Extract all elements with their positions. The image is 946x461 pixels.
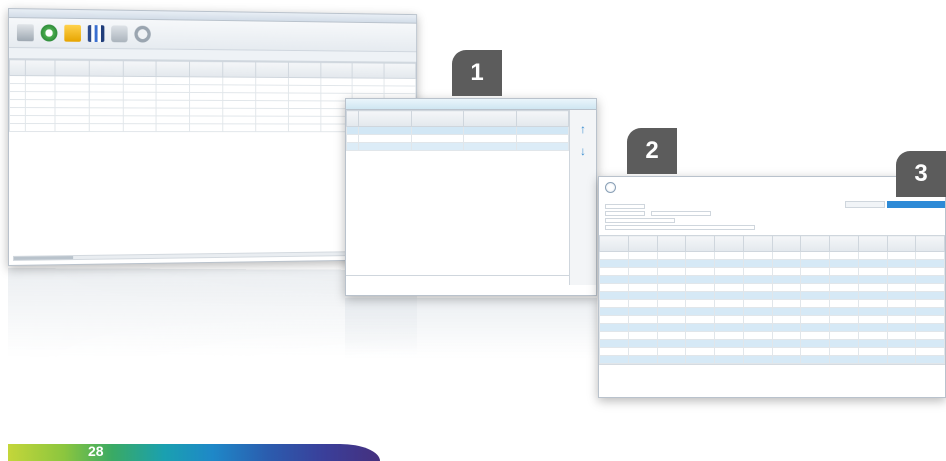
column-header[interactable] — [54, 59, 90, 77]
column-header[interactable] — [599, 235, 629, 252]
column-header[interactable] — [685, 235, 715, 252]
list-window — [598, 176, 946, 398]
page-number: 28 — [88, 444, 104, 459]
reorder-panel: ↑ ↓ — [570, 110, 596, 285]
window-3-subtitle — [599, 193, 945, 201]
column-header[interactable] — [627, 235, 658, 252]
column-header[interactable] — [714, 235, 744, 252]
form-field[interactable] — [651, 211, 711, 216]
column-header[interactable] — [800, 235, 830, 252]
column-header[interactable] — [222, 61, 256, 78]
form-field[interactable] — [605, 225, 755, 230]
column-header[interactable] — [25, 59, 55, 76]
column-header[interactable] — [656, 235, 687, 252]
window-3-footer — [599, 364, 945, 367]
column-header[interactable] — [122, 60, 157, 77]
table-row[interactable] — [599, 283, 945, 292]
column-header[interactable] — [189, 61, 223, 78]
table-row[interactable] — [599, 251, 945, 260]
form-field[interactable] — [605, 204, 645, 209]
column-header[interactable] — [857, 235, 888, 252]
window-icon — [605, 181, 616, 193]
column-header[interactable] — [410, 110, 464, 127]
table-row[interactable] — [599, 307, 945, 316]
step-badge-3: 3 — [896, 151, 946, 197]
list-table — [599, 235, 945, 364]
table-header-row — [346, 110, 569, 127]
table-header-row — [599, 235, 945, 252]
table-row[interactable] — [599, 315, 945, 324]
table-row[interactable] — [599, 355, 945, 364]
step-badge-1: 1 — [452, 50, 502, 96]
color-band: 28 — [8, 444, 380, 461]
window-2-grid — [346, 110, 570, 285]
table-row[interactable] — [599, 291, 945, 300]
window-3-actions — [845, 201, 945, 208]
table-row[interactable] — [599, 323, 945, 332]
column-header[interactable] — [320, 62, 353, 78]
table-row[interactable] — [599, 339, 945, 348]
step-badge-2: 2 — [627, 128, 677, 174]
table-row[interactable] — [599, 331, 945, 340]
chart-icon[interactable] — [87, 25, 105, 43]
table-row[interactable] — [346, 142, 569, 151]
form-field[interactable] — [605, 211, 645, 216]
column-header[interactable] — [89, 60, 123, 77]
table-row[interactable] — [346, 126, 569, 135]
table-row[interactable] — [599, 259, 945, 268]
column-header[interactable] — [384, 62, 416, 79]
column-header[interactable] — [771, 235, 802, 252]
table-row[interactable] — [599, 347, 945, 356]
window-2-footer — [346, 275, 569, 285]
column-header[interactable] — [346, 110, 359, 127]
column-header[interactable] — [255, 61, 289, 78]
window-2-reflection — [345, 298, 597, 358]
column-header[interactable] — [915, 235, 945, 252]
column-header[interactable] — [463, 110, 517, 127]
print-icon[interactable] — [111, 25, 128, 43]
column-header[interactable] — [352, 62, 385, 79]
form-row — [605, 217, 939, 224]
scrollbar-thumb[interactable] — [13, 256, 74, 260]
form-field[interactable] — [605, 218, 675, 223]
table-row[interactable] — [599, 299, 945, 308]
form-row — [605, 224, 939, 231]
detail-window: ↑ ↓ — [345, 98, 597, 296]
secondary-action-button[interactable] — [845, 201, 885, 208]
column-header[interactable] — [886, 235, 917, 252]
table-row[interactable] — [599, 275, 945, 284]
arrow-down-icon[interactable]: ↓ — [580, 144, 586, 158]
column-header[interactable] — [9, 59, 26, 76]
window-1-toolbar — [8, 18, 417, 53]
primary-action-button[interactable] — [887, 201, 945, 208]
column-header[interactable] — [156, 60, 190, 77]
arrow-up-icon[interactable]: ↑ — [580, 122, 586, 136]
window-3-form — [599, 201, 945, 235]
form-row — [605, 210, 939, 217]
refresh-icon[interactable] — [40, 24, 58, 42]
column-header[interactable] — [358, 110, 412, 127]
column-header[interactable] — [829, 235, 859, 252]
table-row[interactable] — [346, 134, 569, 143]
table-row[interactable] — [599, 267, 945, 276]
column-header[interactable] — [288, 62, 321, 78]
window-2-titlebar — [346, 99, 596, 110]
folder-icon[interactable] — [64, 24, 81, 42]
detail-table — [346, 110, 569, 151]
settings-icon[interactable] — [134, 25, 151, 43]
document-icon[interactable] — [16, 24, 34, 42]
column-header[interactable] — [742, 235, 773, 252]
column-header[interactable] — [515, 110, 569, 127]
